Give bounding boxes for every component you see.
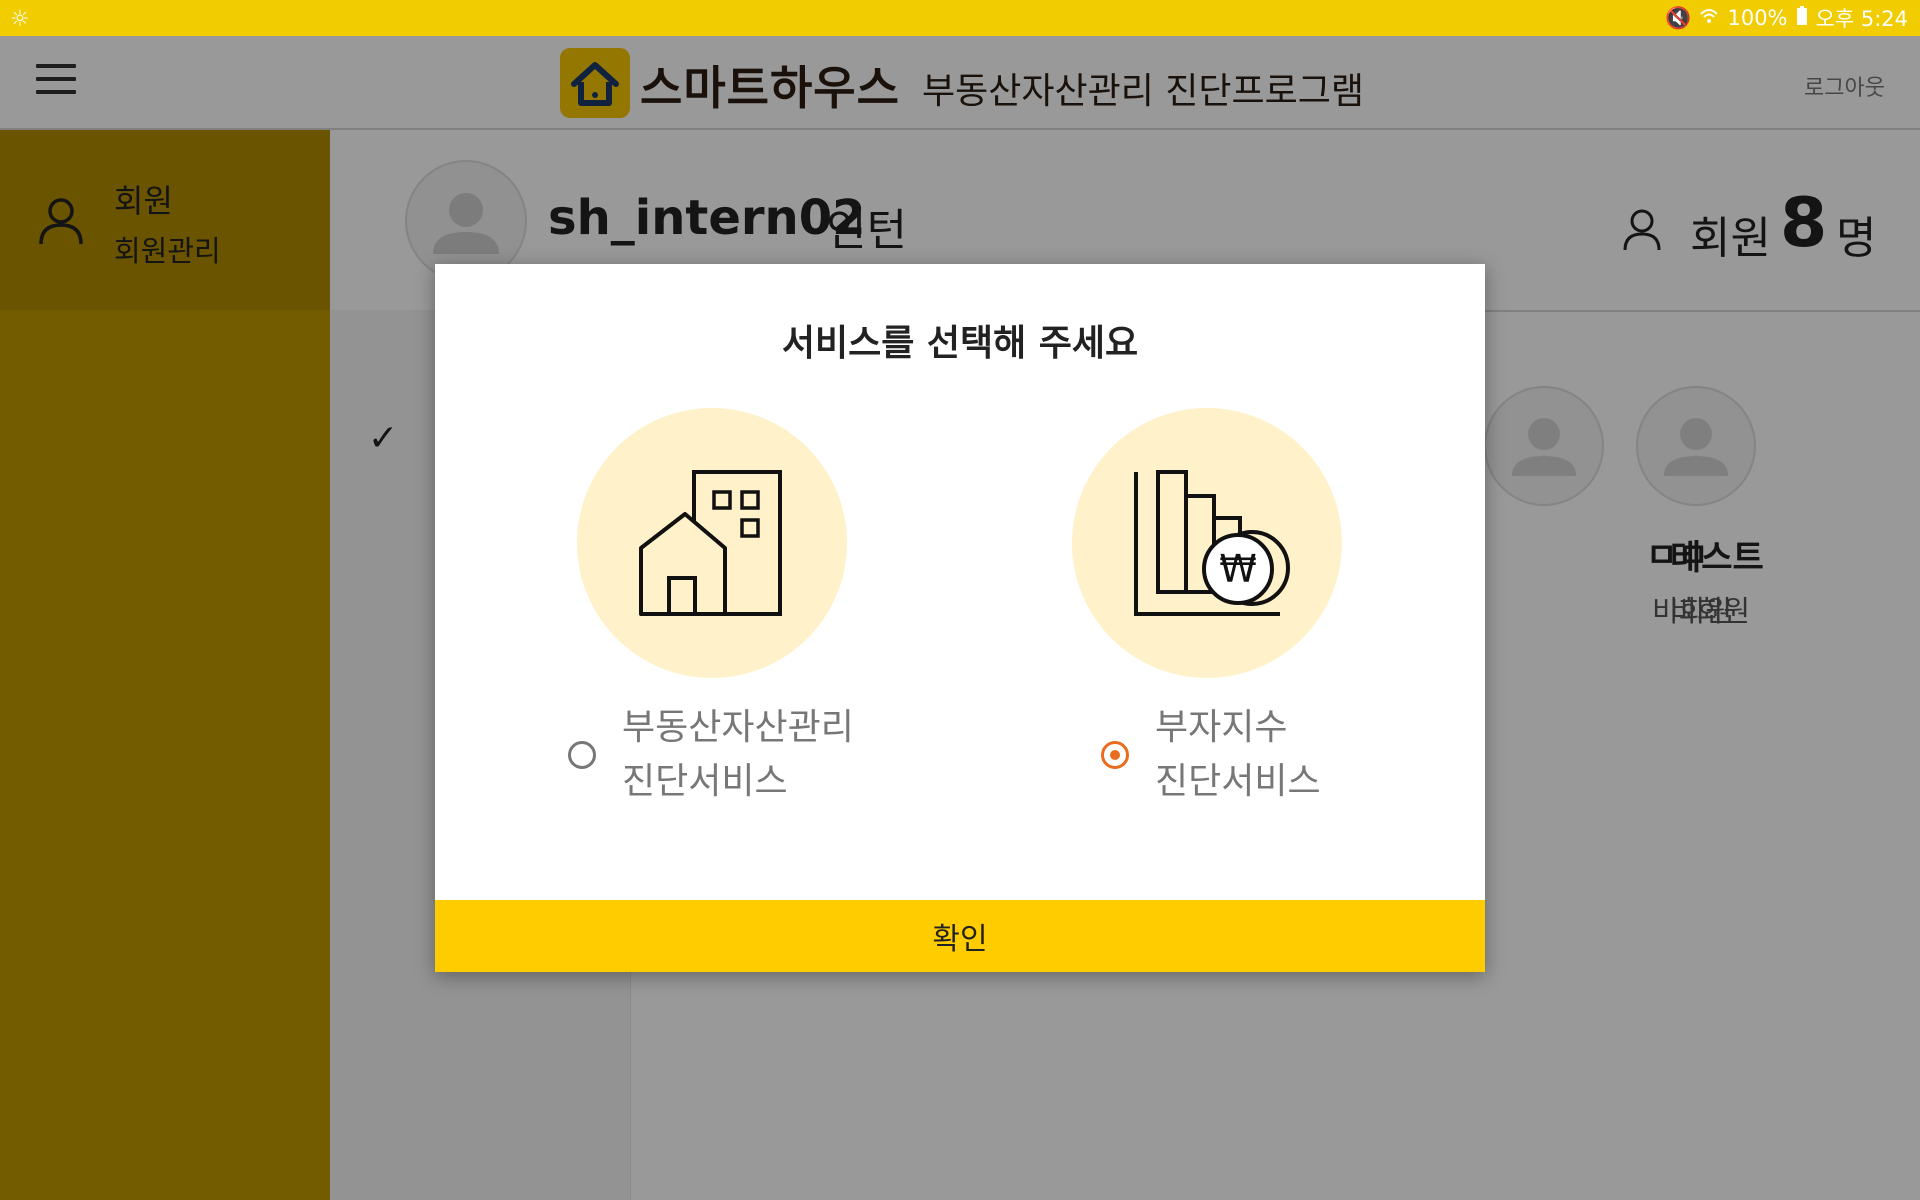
svg-text:₩: ₩ bbox=[1219, 547, 1257, 591]
radio-wealth-index[interactable] bbox=[1101, 741, 1129, 769]
confirm-button[interactable]: 확인 bbox=[435, 900, 1485, 972]
battery-percent: 100% bbox=[1727, 6, 1788, 30]
dialog-title: 서비스를 선택해 주세요 bbox=[781, 323, 1139, 364]
option-label-line2: 진단서비스 bbox=[1155, 761, 1321, 802]
service-select-dialog: 서비스를 선택해 주세요 부동산자산관리 진단서비스 ₩ 부자지수 진단서비스 … bbox=[435, 264, 1485, 972]
option-label-line1: 부자지수 bbox=[1155, 707, 1288, 748]
weather-icon: ☼ bbox=[10, 7, 30, 32]
clock: 오후 5:24 bbox=[1815, 7, 1908, 31]
option-wealth-index[interactable]: 부자지수 진단서비스 bbox=[1101, 701, 1321, 809]
chart-coin-icon[interactable]: ₩ bbox=[1072, 408, 1342, 678]
option-label-line1: 부동산자산관리 bbox=[622, 707, 854, 748]
status-bar bbox=[0, 0, 1920, 36]
option-real-estate[interactable]: 부동산자산관리 진단서비스 bbox=[568, 701, 854, 809]
status-indicators: 🔇 100% 오후 5:24 bbox=[1665, 0, 1908, 36]
mute-icon: 🔇 bbox=[1665, 5, 1692, 30]
radio-real-estate[interactable] bbox=[568, 741, 596, 769]
option-label-line2: 진단서비스 bbox=[622, 761, 788, 802]
wifi-icon bbox=[1699, 6, 1719, 31]
buildings-icon[interactable] bbox=[577, 408, 847, 678]
battery-icon bbox=[1796, 5, 1808, 31]
